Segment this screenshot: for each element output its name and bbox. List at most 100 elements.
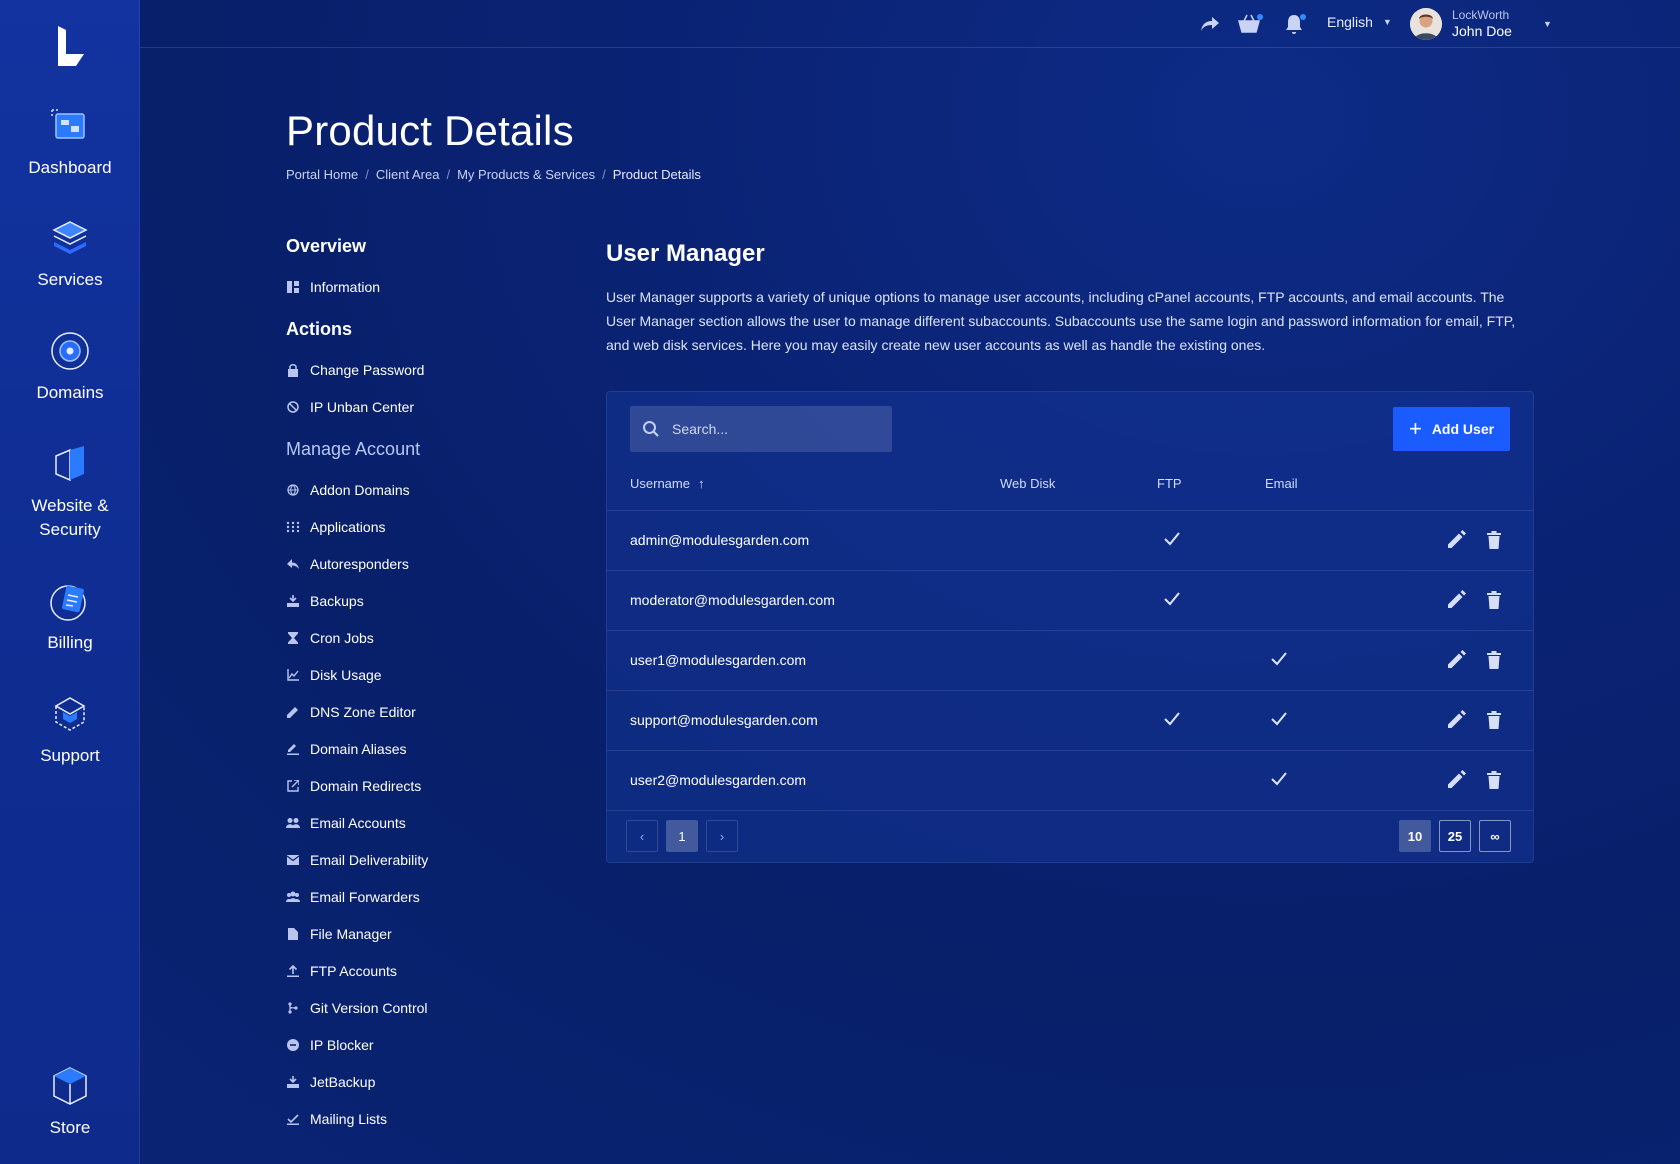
sidebar-item-domains[interactable]: Domains xyxy=(0,329,140,405)
menu-heading-manage-account: Manage Account xyxy=(286,439,421,459)
avatar xyxy=(1410,8,1442,40)
menu-item-cron-jobs[interactable]: Cron Jobs xyxy=(286,619,566,656)
add-user-button[interactable]: + Add User xyxy=(1393,407,1510,451)
top-bar: English ▼ LockWorth John Doe ▼ xyxy=(140,0,1680,48)
breadcrumb-portal-home[interactable]: Portal Home xyxy=(286,167,358,182)
delete-icon[interactable] xyxy=(1483,709,1505,731)
search-box[interactable] xyxy=(630,406,892,452)
language-selector[interactable]: English ▼ xyxy=(1327,14,1392,30)
menu-item-label: Mailing Lists xyxy=(310,1110,388,1127)
sidebar-item-label: Support xyxy=(40,746,100,765)
search-icon xyxy=(643,421,659,437)
ftp-check-icon xyxy=(1162,709,1182,729)
page-size-25[interactable]: 25 xyxy=(1439,820,1471,852)
menu-item-label: Information xyxy=(310,278,381,295)
menu-item-file-manager[interactable]: File Manager xyxy=(286,915,566,952)
services-icon xyxy=(52,221,88,254)
upload-icon xyxy=(286,964,300,978)
menu-item-disk-usage[interactable]: Disk Usage xyxy=(286,656,566,693)
menu-item-dns-zone-editor[interactable]: DNS Zone Editor xyxy=(286,693,566,730)
next-page-button[interactable]: › xyxy=(706,820,738,852)
edit-icon[interactable] xyxy=(1445,769,1467,791)
sidebar-item-label: Dashboard xyxy=(28,158,112,177)
edit-icon[interactable] xyxy=(1445,709,1467,731)
menu-item-domain-redirects[interactable]: Domain Redirects xyxy=(286,767,566,804)
page-size-all[interactable]: ∞ xyxy=(1479,820,1511,852)
menu-item-label: IP Blocker xyxy=(310,1036,374,1053)
reply-icon xyxy=(286,557,300,571)
menu-heading-actions: Actions xyxy=(286,319,353,339)
menu-item-change-password[interactable]: Change Password xyxy=(286,351,566,388)
minus-circle-icon xyxy=(286,1038,300,1052)
page-1-button[interactable]: 1 xyxy=(666,820,698,852)
prev-page-button[interactable]: ‹ xyxy=(626,820,658,852)
edit-icon[interactable] xyxy=(1445,529,1467,551)
delete-icon[interactable] xyxy=(1483,529,1505,551)
sidebar-item-store[interactable]: Store xyxy=(0,1064,140,1140)
brand-logo[interactable] xyxy=(50,24,90,68)
menu-item-label: IP Unban Center xyxy=(310,398,415,415)
share-icon[interactable] xyxy=(1198,12,1222,36)
sidebar-item-services[interactable]: Services xyxy=(0,216,140,292)
edit-icon[interactable] xyxy=(1445,649,1467,671)
sidebar-item-billing[interactable]: Billing xyxy=(0,579,140,655)
sidebar-item-website-security[interactable]: Website & Security xyxy=(0,442,140,542)
delete-icon[interactable] xyxy=(1483,589,1505,611)
search-input[interactable] xyxy=(672,421,882,437)
breadcrumb-client-area[interactable]: Client Area xyxy=(376,167,440,182)
file-icon xyxy=(286,927,300,941)
sidebar-item-dashboard[interactable]: Dashboard xyxy=(0,104,140,180)
column-web-disk[interactable]: Web Disk xyxy=(1000,476,1055,491)
sidebar-item-label: Store xyxy=(49,1118,91,1137)
column-email[interactable]: Email xyxy=(1265,476,1298,491)
menu-item-label: FTP Accounts xyxy=(310,962,397,979)
menu-item-ip-blocker[interactable]: IP Blocker xyxy=(286,1026,566,1063)
menu-item-information[interactable]: Information xyxy=(286,268,566,305)
sort-ascending-icon: ↑ xyxy=(697,476,705,491)
menu-item-email-forwarders[interactable]: Email Forwarders xyxy=(286,878,566,915)
notification-badge-dot xyxy=(1300,14,1306,20)
page-title: Product Details xyxy=(286,107,574,154)
menu-item-label: Applications xyxy=(310,518,386,535)
website-security-icon xyxy=(55,446,84,482)
plus-icon: + xyxy=(1408,416,1422,441)
manage-account-list: Addon Domains Applications Autoresponders B… xyxy=(286,471,566,1137)
sidebar-item-support[interactable]: Support xyxy=(0,692,140,768)
menu-item-mailing-lists[interactable]: Mailing Lists xyxy=(286,1100,566,1137)
username-cell: support@modulesgarden.com xyxy=(630,712,818,728)
menu-item-email-deliverability[interactable]: Email Deliverability xyxy=(286,841,566,878)
add-user-label: Add User xyxy=(1431,421,1495,437)
users-icon xyxy=(286,816,300,830)
page-size-10[interactable]: 10 xyxy=(1399,820,1431,852)
table-header: Username ↑ Web Disk FTP Email xyxy=(607,476,1535,510)
edit-icon[interactable] xyxy=(1445,589,1467,611)
menu-item-autoresponders[interactable]: Autoresponders xyxy=(286,545,566,582)
column-username[interactable]: Username ↑ xyxy=(630,476,704,491)
menu-item-backups[interactable]: Backups xyxy=(286,582,566,619)
menu-item-ip-unban-center[interactable]: IP Unban Center xyxy=(286,388,566,425)
column-ftp[interactable]: FTP xyxy=(1157,476,1182,491)
menu-item-jetbackup[interactable]: JetBackup xyxy=(286,1063,566,1100)
menu-item-applications[interactable]: Applications xyxy=(286,508,566,545)
menu-item-ftp-accounts[interactable]: FTP Accounts xyxy=(286,952,566,989)
delete-icon[interactable] xyxy=(1483,769,1505,791)
menu-item-addon-domains[interactable]: Addon Domains xyxy=(286,471,566,508)
delete-icon[interactable] xyxy=(1483,649,1505,671)
chevron-down-icon: ▼ xyxy=(1382,17,1392,27)
user-manager-panel: + Add User Username↑ Web Disk FTP Email … xyxy=(606,391,1534,863)
menu-item-git-version-control[interactable]: Git Version Control xyxy=(286,989,566,1026)
table-row: user1@modulesgarden.com xyxy=(607,630,1533,690)
sidebar-item-label-line2: Security xyxy=(39,520,101,539)
store-icon xyxy=(53,1067,87,1105)
line-chart-icon xyxy=(286,668,300,682)
column-label: Username xyxy=(630,476,690,491)
section-title: User Manager xyxy=(606,240,765,267)
main-sidebar: Dashboard Services Domains Website & Sec… xyxy=(0,0,140,1164)
user-menu[interactable]: LockWorth John Doe ▼ xyxy=(1410,6,1560,42)
breadcrumb-my-products[interactable]: My Products & Services xyxy=(457,167,595,182)
menu-item-label: Email Accounts xyxy=(310,814,406,831)
group-icon xyxy=(286,890,300,904)
menu-item-domain-aliases[interactable]: Domain Aliases xyxy=(286,730,566,767)
menu-item-email-accounts[interactable]: Email Accounts xyxy=(286,804,566,841)
username-cell: admin@modulesgarden.com xyxy=(630,532,810,548)
